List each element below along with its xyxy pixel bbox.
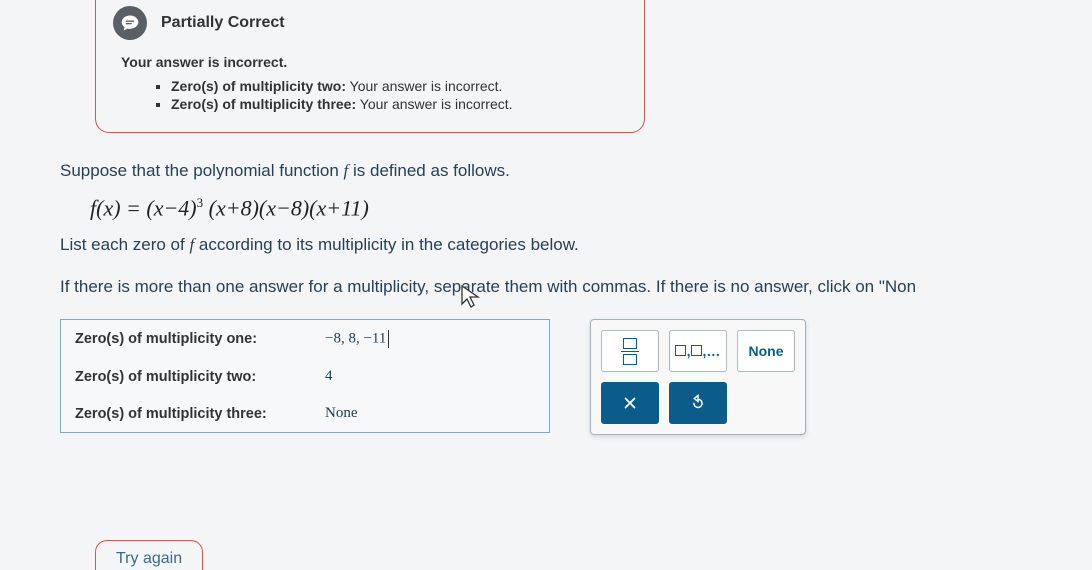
feedback-item-label: Zero(s) of multiplicity three: [171,96,356,112]
answers-table: Zero(s) of multiplicity one: −8, 8, −11 … [60,319,550,433]
none-button[interactable]: None [737,330,795,372]
row-value[interactable]: −8, 8, −11 [325,330,389,348]
table-row[interactable]: Zero(s) of multiplicity two: 4 [61,358,549,395]
feedback-title: Partially Correct [161,14,285,32]
problem-formula: f(x) = (x−4)3 (x+8)(x−8)(x+11) [90,195,1092,221]
list-icon: ,,… [675,343,722,359]
fraction-icon [621,338,639,365]
fraction-button[interactable] [601,330,659,372]
row-label: Zero(s) of multiplicity two: [75,369,325,385]
chat-bubble-icon [113,6,147,40]
feedback-item-msg: Your answer is incorrect. [360,96,513,112]
feedback-item: Zero(s) of multiplicity three: Your answ… [171,96,619,112]
feedback-list: Zero(s) of multiplicity two: Your answer… [171,78,619,112]
math-palette: ,,… None [590,319,806,435]
problem-text: Suppose that the polynomial function f i… [60,161,1092,297]
undo-icon [689,394,707,412]
clear-button[interactable] [601,382,659,424]
table-row[interactable]: Zero(s) of multiplicity one: −8, 8, −11 [61,320,549,358]
row-value[interactable]: 4 [325,368,333,385]
text-cursor [388,330,389,348]
feedback-subtitle: Your answer is incorrect. [121,54,619,70]
feedback-box: Partially Correct Your answer is incorre… [95,0,645,133]
row-label: Zero(s) of multiplicity three: [75,406,325,422]
problem-line-2: List each zero of f according to its mul… [60,235,1092,255]
problem-line-3: If there is more than one answer for a m… [60,277,1092,297]
list-button[interactable]: ,,… [669,330,727,372]
table-row[interactable]: Zero(s) of multiplicity three: None [61,395,549,432]
row-label: Zero(s) of multiplicity one: [75,331,325,347]
feedback-item: Zero(s) of multiplicity two: Your answer… [171,78,619,94]
problem-line-1: Suppose that the polynomial function f i… [60,161,1092,181]
feedback-item-label: Zero(s) of multiplicity two: [171,78,346,94]
feedback-item-msg: Your answer is incorrect. [350,78,503,94]
feedback-header: Partially Correct [113,0,619,40]
reset-button[interactable] [669,382,727,424]
row-value[interactable]: None [325,405,358,422]
x-icon [621,394,639,412]
